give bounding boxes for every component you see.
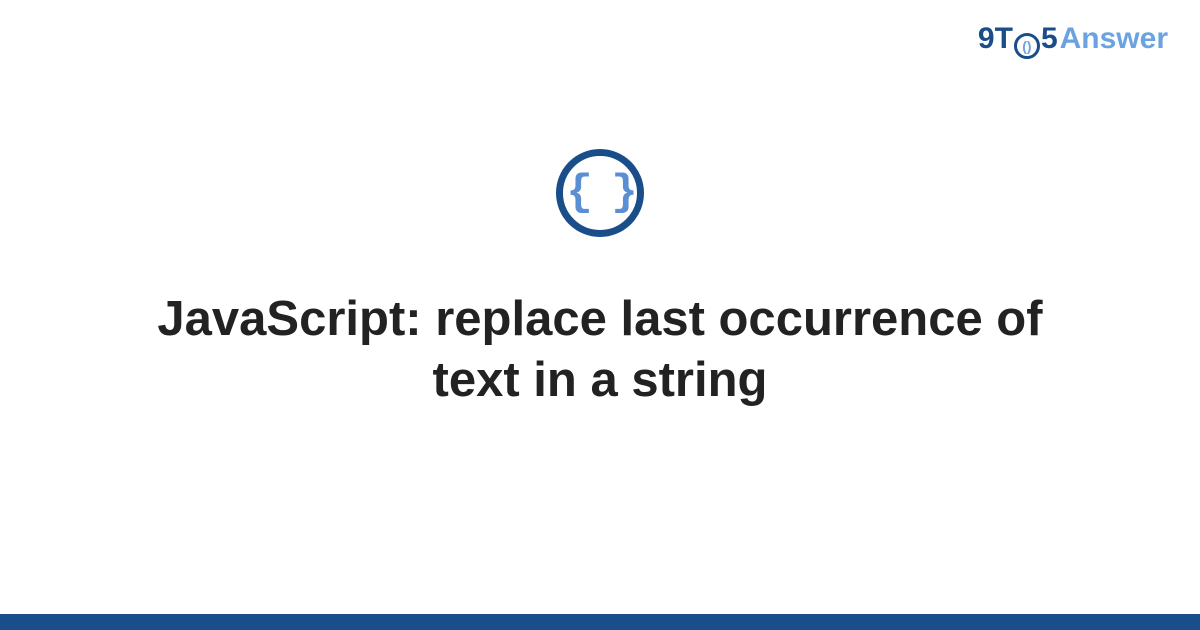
main-content: { } JavaScript: replace last occurrence …: [0, 0, 1200, 630]
topic-icon-circle: { }: [556, 149, 644, 237]
footer-accent-bar: [0, 614, 1200, 630]
page-title: JavaScript: replace last occurrence of t…: [120, 289, 1080, 412]
code-braces-icon: { }: [566, 171, 633, 215]
